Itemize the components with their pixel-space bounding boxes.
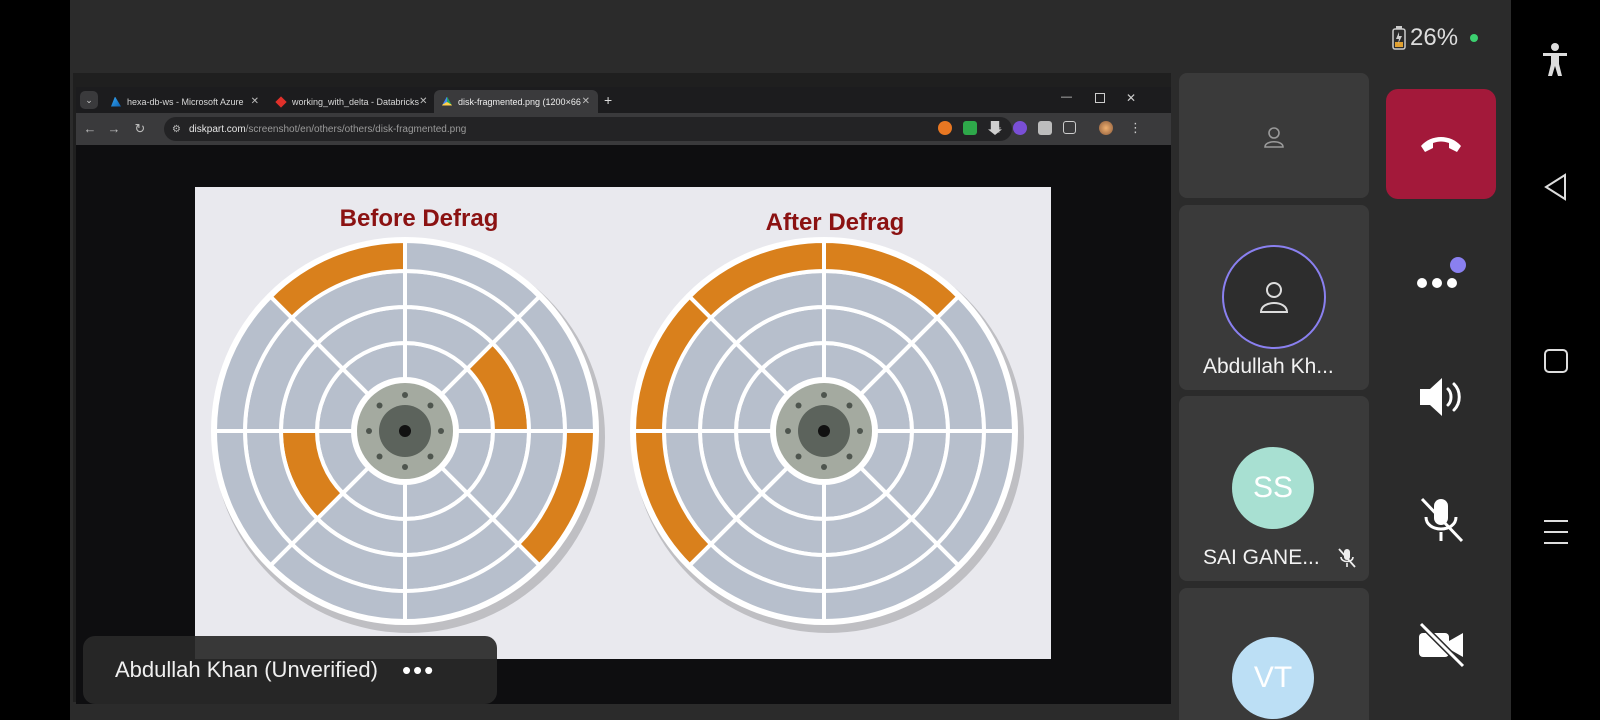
after-disk-hub-bolt: [846, 453, 853, 460]
extension-icon[interactable]: [938, 121, 952, 135]
extensions-puzzle-icon[interactable]: [1063, 121, 1076, 134]
participant-tile-vt[interactable]: VT: [1179, 588, 1369, 720]
forward-icon[interactable]: →: [104, 119, 124, 139]
before-disk-hub-bolt: [402, 392, 408, 398]
disk-diagrams: [211, 237, 1024, 633]
close-window-button[interactable]: ✕: [1126, 91, 1136, 105]
tab-search-button[interactable]: ⌄: [80, 91, 98, 109]
google-drive-icon: [442, 96, 452, 106]
tab-label: working_with_delta - Databricks: [292, 96, 420, 107]
muted-mic-icon: [1338, 548, 1356, 568]
tab-label: hexa-db-ws - Microsoft Azure: [127, 96, 244, 107]
close-tab-icon[interactable]: ✕: [419, 96, 427, 107]
site-info-icon[interactable]: ⚙: [172, 124, 181, 135]
profile-avatar-icon[interactable]: [1099, 121, 1113, 135]
participant-avatar: SS: [1232, 447, 1314, 529]
shared-browser-window: ⌄ hexa-db-ws - Microsoft Azure ✕ working…: [76, 87, 1171, 704]
end-call-button[interactable]: [1386, 89, 1496, 199]
close-tab-icon[interactable]: ✕: [582, 96, 590, 107]
participant-tile-sai[interactable]: SS SAI GANE...: [1179, 396, 1369, 581]
presenter-more-icon[interactable]: •••: [402, 657, 435, 683]
person-icon: [1264, 127, 1284, 148]
hang-up-icon: [1421, 137, 1461, 152]
browser-menu-icon[interactable]: ⋮: [1129, 120, 1142, 136]
after-disk-hub-bolt: [821, 464, 827, 470]
mic-off-icon: [1420, 497, 1464, 543]
speaker-icon: [1420, 378, 1461, 416]
tab-label: disk-fragmented.png (1200×66: [458, 96, 581, 107]
before-disk-hub-bolt: [366, 428, 372, 434]
after-disk-spindle-center: [818, 425, 830, 437]
avatar-initials: VT: [1253, 661, 1293, 694]
mute-mic-button[interactable]: [1386, 465, 1496, 575]
person-icon: [1259, 282, 1289, 313]
extension-icon[interactable]: [963, 121, 977, 135]
address-bar-row: ← → ↻ ⚙ diskpart.com /screenshot/en/othe…: [76, 113, 1171, 145]
avatar-initials: SS: [1252, 471, 1294, 504]
presenter-name-chip: Abdullah Khan (Unverified) •••: [83, 636, 497, 704]
participant-avatar: VT: [1232, 637, 1314, 719]
back-icon[interactable]: ←: [80, 119, 100, 139]
tab-databricks[interactable]: working_with_delta - Databricks ✕: [268, 90, 433, 113]
azure-icon: [111, 96, 121, 107]
databricks-icon: [275, 95, 287, 108]
participant-name: Abdullah Kh...: [1203, 355, 1334, 378]
disk-fragmented-image: Before Defrag After Defrag: [195, 187, 1051, 659]
new-tab-button[interactable]: +: [604, 92, 612, 108]
tab-disk-fragmented[interactable]: disk-fragmented.png (1200×66 ✕: [434, 90, 598, 113]
after-disk-hub-bolt: [795, 453, 802, 460]
url-bar[interactable]: ⚙ diskpart.com /screenshot/en/others/oth…: [164, 117, 1012, 141]
before-disk-spindle-center: [399, 425, 411, 437]
after-disk-hub-bolt: [821, 392, 827, 398]
extension-icon[interactable]: [1013, 121, 1027, 135]
recents-nav-icon[interactable]: [1543, 518, 1569, 546]
before-disk-hub-bolt: [376, 402, 383, 409]
after-disk-hub-bolt: [846, 402, 853, 409]
minimize-button[interactable]: —: [1061, 91, 1072, 103]
after-disk-hub-bolt: [857, 428, 863, 434]
tab-strip: ⌄ hexa-db-ws - Microsoft Azure ✕ working…: [76, 87, 1171, 113]
url-domain: diskpart.com: [188, 123, 246, 135]
camera-off-button[interactable]: [1386, 590, 1496, 700]
participant-name: SAI GANE...: [1203, 546, 1320, 569]
camera-icon[interactable]: [1038, 121, 1052, 135]
tab-azure[interactable]: hexa-db-ws - Microsoft Azure ✕: [103, 90, 267, 113]
restore-button[interactable]: [1095, 93, 1105, 103]
presenter-name: Abdullah Khan (Unverified): [115, 657, 378, 682]
battery-percent: 26%: [1410, 24, 1459, 51]
after-disk-hub-bolt: [785, 428, 791, 434]
online-dot: [1470, 34, 1479, 42]
speaker-button[interactable]: [1386, 342, 1496, 452]
close-tab-icon[interactable]: ✕: [251, 96, 259, 107]
battery-icon: [1392, 26, 1406, 50]
before-disk-hub-bolt: [427, 402, 434, 409]
video-off-icon: [1418, 621, 1466, 669]
before-disk-hub-bolt: [376, 453, 383, 460]
url-path: /screenshot/en/others/others/disk-fragme…: [245, 123, 467, 135]
participant-tile-abdullah[interactable]: Abdullah Kh...: [1179, 205, 1369, 390]
battery-status: 26%: [1392, 24, 1479, 52]
more-dots-icon: [1417, 257, 1466, 288]
reload-icon[interactable]: ↻: [130, 119, 150, 139]
image-viewport: Before Defrag After Defrag: [76, 145, 1171, 704]
home-nav-icon[interactable]: [1544, 349, 1568, 373]
accessibility-icon[interactable]: [1542, 42, 1568, 78]
more-options-button[interactable]: [1386, 220, 1496, 330]
before-disk-hub-bolt: [438, 428, 444, 434]
before-disk-hub-bolt: [402, 464, 408, 470]
back-nav-icon[interactable]: [1543, 173, 1569, 201]
before-disk-hub-bolt: [427, 453, 434, 460]
after-disk-hub-bolt: [795, 402, 802, 409]
participant-tile-empty[interactable]: [1179, 73, 1369, 198]
